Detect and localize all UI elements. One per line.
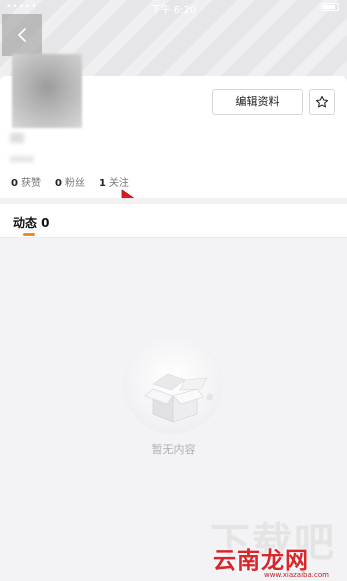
profile-stats: 0 获赞 0 粉丝 1 关注 xyxy=(11,174,143,189)
stat-following-label: 关注 xyxy=(108,178,129,189)
stat-fans[interactable]: 0 粉丝 xyxy=(54,174,85,189)
stat-likes-count: 0 xyxy=(11,178,18,189)
username-blurred xyxy=(10,133,24,143)
tab-active-indicator xyxy=(23,233,35,236)
watermark-logo: 云南龙网 xyxy=(213,548,309,574)
stat-fans-label: 粉丝 xyxy=(64,178,85,189)
watermark-url: www.xiazaiba.com xyxy=(264,571,329,579)
status-bar: ••••• 下午 6:20 xyxy=(0,0,347,16)
stat-following-count: 1 xyxy=(98,178,106,189)
tab-bar: 动态 0 xyxy=(0,204,347,238)
stat-likes[interactable]: 0 获赞 xyxy=(11,174,41,189)
empty-box-icon xyxy=(144,373,214,423)
edit-profile-button[interactable]: 编辑资料 xyxy=(212,89,303,115)
chevron-left-icon xyxy=(17,28,26,42)
star-icon xyxy=(315,95,329,108)
favorite-button[interactable] xyxy=(309,89,335,115)
back-button[interactable] xyxy=(2,14,42,56)
empty-state-illustration xyxy=(123,334,223,434)
empty-state-text: 暂无内容 xyxy=(151,443,196,456)
user-id-blurred xyxy=(10,156,34,162)
stat-following[interactable]: 1 关注 xyxy=(98,174,129,189)
stat-fans-count: 0 xyxy=(54,178,62,189)
battery-icon xyxy=(321,3,339,11)
status-time: 下午 6:20 xyxy=(150,5,197,16)
stat-likes-label: 获赞 xyxy=(20,178,41,189)
tab-moments[interactable]: 动态 0 xyxy=(13,214,50,231)
avatar[interactable] xyxy=(12,54,82,128)
